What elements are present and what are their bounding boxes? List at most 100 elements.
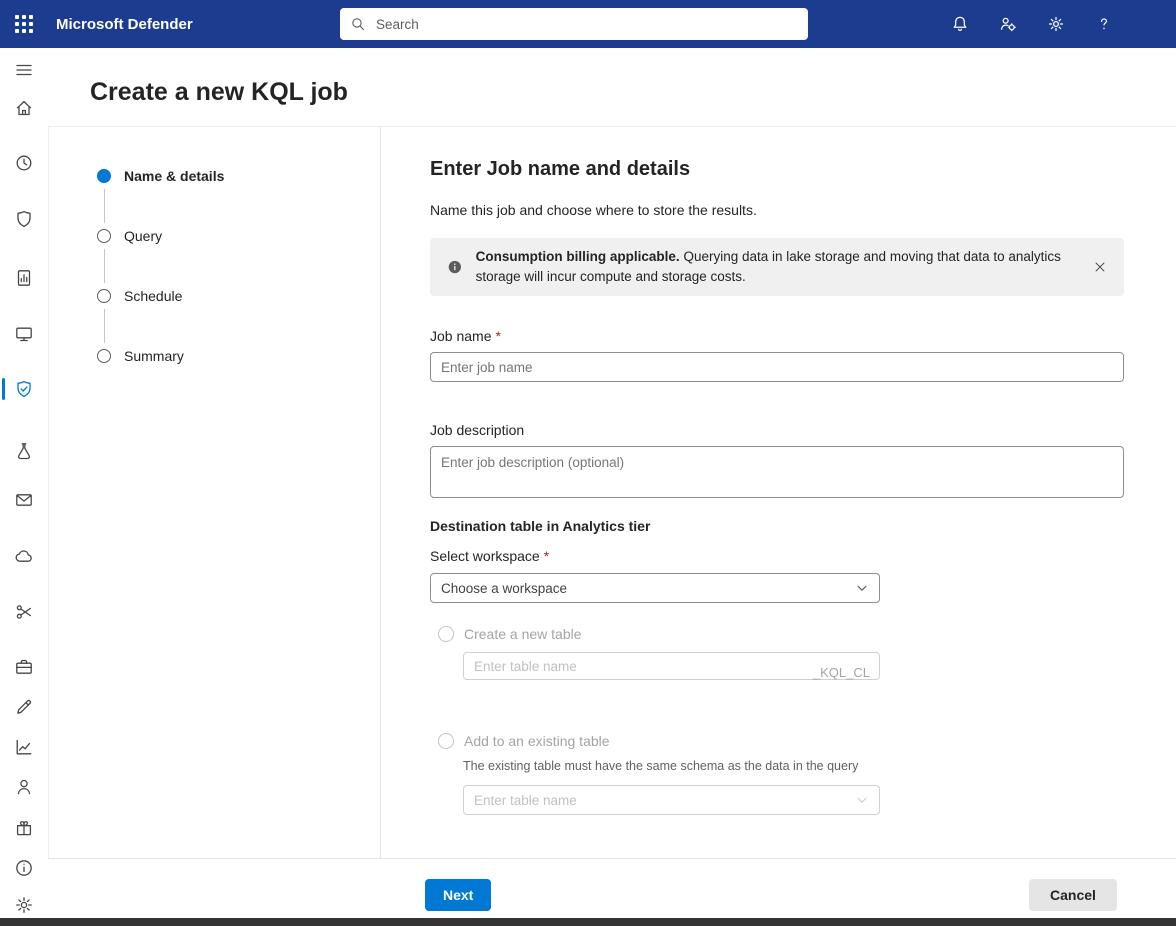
settings-icon bbox=[1047, 15, 1065, 33]
page-header: Create a new KQL job bbox=[48, 48, 1176, 127]
search-box[interactable] bbox=[340, 8, 808, 40]
sidebar-item-clock[interactable] bbox=[0, 147, 48, 179]
sidebar-item-shield-check[interactable] bbox=[0, 373, 48, 405]
clock-icon bbox=[14, 153, 34, 173]
step-indicator bbox=[97, 169, 111, 183]
topbar-user-settings-button[interactable] bbox=[984, 0, 1032, 48]
step-indicator bbox=[97, 229, 111, 243]
nav-collapse-button[interactable] bbox=[0, 54, 48, 86]
step-connector bbox=[104, 249, 105, 283]
left-nav bbox=[0, 48, 49, 918]
wizard-step-query[interactable]: Query bbox=[97, 226, 380, 246]
sidebar-item-gift[interactable] bbox=[0, 812, 48, 844]
chart-icon bbox=[14, 737, 34, 757]
page-title: Create a new KQL job bbox=[48, 48, 1176, 107]
search-input[interactable] bbox=[374, 16, 798, 33]
wizard-step-name-details[interactable]: Name & details bbox=[97, 166, 380, 186]
existing-table-dropdown-value: Enter table name bbox=[474, 793, 577, 808]
help-icon bbox=[1095, 15, 1113, 33]
chevron-down-icon bbox=[855, 793, 869, 807]
chevron-down-icon bbox=[855, 581, 869, 595]
notifications-icon bbox=[951, 15, 969, 33]
defender-app: Microsoft Defender Create a new KQL job … bbox=[0, 0, 1176, 926]
existing-table-option[interactable]: Add to an existing table bbox=[430, 733, 880, 749]
step-connector bbox=[104, 309, 105, 343]
step-label: Schedule bbox=[124, 288, 182, 304]
sidebar-item-chart[interactable] bbox=[0, 731, 48, 763]
banner-close-button[interactable] bbox=[1090, 257, 1110, 277]
wizard-step-schedule[interactable]: Schedule bbox=[97, 286, 380, 306]
shield-check-icon bbox=[14, 379, 34, 399]
sidebar-item-report[interactable] bbox=[0, 262, 48, 294]
app-launcher-button[interactable] bbox=[0, 0, 48, 48]
job-name-input[interactable] bbox=[430, 352, 1124, 382]
sidebar-item-briefcase[interactable] bbox=[0, 651, 48, 683]
step-indicator bbox=[97, 289, 111, 303]
shield-icon bbox=[14, 209, 34, 229]
sidebar-item-info[interactable] bbox=[0, 852, 48, 884]
mail-icon bbox=[14, 490, 34, 510]
workspace-dropdown-value: Choose a workspace bbox=[441, 581, 567, 596]
sidebar-item-mail[interactable] bbox=[0, 484, 48, 516]
section-subheading: Name this job and choose where to store … bbox=[430, 202, 757, 218]
next-button[interactable]: Next bbox=[425, 879, 491, 911]
scissors-icon bbox=[14, 602, 34, 622]
window-edge bbox=[0, 918, 1176, 926]
sidebar-item-cloud[interactable] bbox=[0, 540, 48, 572]
top-bar: Microsoft Defender bbox=[0, 0, 1176, 48]
pencil-icon bbox=[14, 697, 34, 717]
table-name-suffix: _KQL_CL bbox=[813, 665, 870, 680]
banner-title: Consumption billing applicable. bbox=[476, 249, 680, 264]
create-table-radio[interactable] bbox=[438, 626, 454, 642]
job-name-label: Job name* bbox=[430, 328, 1124, 345]
wizard-footer: Next Cancel bbox=[48, 858, 1176, 919]
step-indicator bbox=[97, 349, 111, 363]
existing-table-helper: The existing table must have the same sc… bbox=[463, 759, 880, 774]
info-icon bbox=[14, 858, 34, 878]
cancel-button[interactable]: Cancel bbox=[1029, 879, 1117, 911]
step-label: Summary bbox=[124, 348, 184, 364]
workspace-dropdown[interactable]: Choose a workspace bbox=[430, 573, 880, 603]
existing-table-radio[interactable] bbox=[438, 733, 454, 749]
gift-icon bbox=[14, 818, 34, 838]
topbar-help-button[interactable] bbox=[1080, 0, 1128, 48]
required-asterisk: * bbox=[544, 548, 549, 564]
existing-table-dropdown[interactable]: Enter table name bbox=[463, 785, 880, 815]
devices-icon bbox=[14, 324, 34, 344]
hamburger-icon bbox=[14, 60, 34, 80]
sidebar-item-pencil[interactable] bbox=[0, 691, 48, 723]
existing-table-label: Add to an existing table bbox=[464, 733, 610, 749]
home-icon bbox=[14, 98, 34, 118]
create-table-label: Create a new table bbox=[464, 626, 582, 642]
step-connector bbox=[104, 189, 105, 223]
sidebar-item-shield[interactable] bbox=[0, 203, 48, 235]
sidebar-item-person[interactable] bbox=[0, 771, 48, 803]
cloud-icon bbox=[14, 546, 34, 566]
sidebar-item-devices[interactable] bbox=[0, 318, 48, 350]
search-icon bbox=[350, 16, 366, 32]
job-description-input[interactable] bbox=[430, 446, 1124, 498]
topbar-settings-button[interactable] bbox=[1032, 0, 1080, 48]
step-label: Query bbox=[124, 228, 162, 244]
brand-title: Microsoft Defender bbox=[56, 0, 193, 48]
sidebar-item-scissors[interactable] bbox=[0, 596, 48, 628]
briefcase-icon bbox=[14, 657, 34, 677]
topbar-icon-group bbox=[936, 0, 1128, 48]
topbar-notifications-button[interactable] bbox=[936, 0, 984, 48]
sidebar-item-flask[interactable] bbox=[0, 435, 48, 467]
gear-icon bbox=[14, 895, 34, 915]
wizard-step-summary[interactable]: Summary bbox=[97, 346, 380, 366]
sidebar-item-home[interactable] bbox=[0, 92, 48, 124]
create-table-option[interactable]: Create a new table bbox=[430, 626, 880, 642]
close-icon bbox=[1093, 260, 1107, 274]
job-description-label: Job description bbox=[430, 422, 1124, 439]
section-heading: Enter Job name and details bbox=[430, 158, 690, 181]
banner-text: Consumption billing applicable. Querying… bbox=[476, 247, 1062, 287]
info-banner: Consumption billing applicable. Querying… bbox=[430, 238, 1124, 296]
wizard-panel: Name & details Query Schedule Summary bbox=[48, 126, 381, 858]
waffle-icon bbox=[15, 15, 33, 33]
sidebar-item-gear[interactable] bbox=[0, 889, 48, 918]
flask-icon bbox=[14, 441, 34, 461]
wizard-page-content: Enter Job name and details Name this job… bbox=[430, 126, 1124, 858]
workspace-label: Select workspace* bbox=[430, 548, 880, 565]
